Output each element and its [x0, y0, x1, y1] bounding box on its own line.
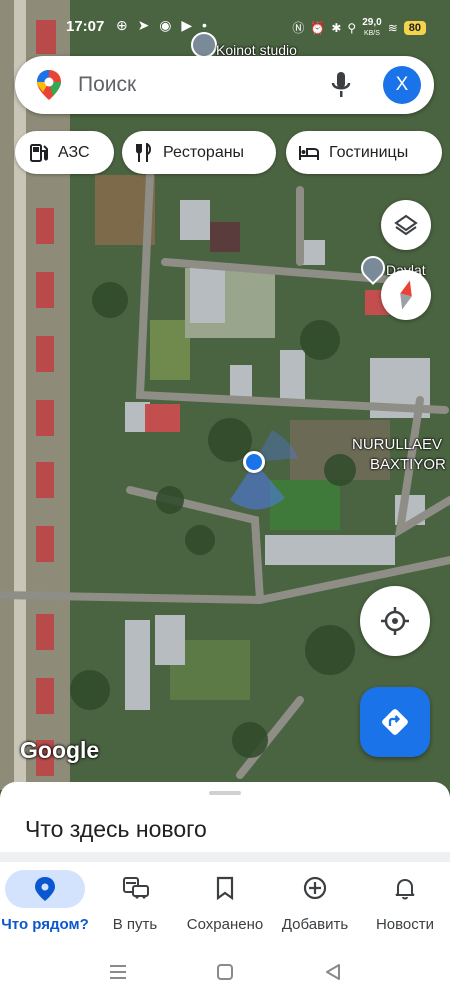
bottom-navigation: Что рядом? В путь Сохранено Добавить Нов…: [0, 866, 450, 936]
telegram-icon: ➤: [137, 17, 153, 33]
commute-icon: [123, 877, 149, 899]
gas-station-icon: [30, 143, 48, 162]
battery-indicator: 80: [403, 20, 426, 35]
location-icon: ⊕: [116, 17, 131, 33]
layers-icon: [394, 214, 418, 236]
sheet-drag-handle[interactable]: [209, 791, 241, 795]
alarm-icon: ⏰: [310, 20, 326, 35]
status-notification-icons: ⊕ ➤ ◉ ▶ •: [116, 17, 210, 34]
maps-logo-icon: [37, 70, 61, 105]
nav-explore[interactable]: Что рядом?: [0, 866, 90, 936]
wifi-icon: ≋: [387, 20, 398, 35]
directions-button[interactable]: [360, 687, 430, 757]
crosshair-icon: [381, 607, 409, 635]
status-right: Ⓝ ⏰ ✱ ⚲ 29,0 KB/S ≋ 80: [292, 17, 426, 38]
layers-button[interactable]: [381, 200, 431, 250]
menu-icon[interactable]: [108, 964, 128, 980]
sheet-divider: [0, 852, 450, 862]
account-avatar[interactable]: X: [383, 66, 421, 104]
status-bar: 17:07 ⊕ ➤ ◉ ▶ • Ⓝ ⏰ ✱ ⚲ 29,0 KB/S ≋ 80: [0, 0, 450, 52]
my-location-button[interactable]: [360, 586, 430, 656]
satellite-map[interactable]: Koinot studio Davlat NURULLAEV BAXTIYOR: [0, 0, 450, 790]
nav-updates[interactable]: Новости: [360, 866, 450, 936]
youtube-icon: ▶: [181, 17, 196, 33]
mic-icon[interactable]: [331, 70, 351, 105]
back-icon[interactable]: [324, 963, 342, 981]
system-navigation-bar: [0, 936, 450, 1000]
bluetooth-icon: ✱: [331, 20, 342, 35]
chip-label: Гостиницы: [329, 143, 409, 161]
status-time: 17:07: [66, 18, 105, 35]
chip-restaurants[interactable]: Рестораны: [122, 131, 276, 174]
compass-icon: [400, 280, 412, 310]
nav-label: Новости: [375, 916, 435, 933]
chip-gas-stations[interactable]: АЗС: [15, 131, 114, 174]
map-label-person-2[interactable]: BAXTIYOR: [370, 456, 446, 473]
sheet-title: Что здесь нового: [25, 816, 207, 842]
nav-saved[interactable]: Сохранено: [180, 866, 270, 936]
chip-hotels[interactable]: Гостиницы: [286, 131, 442, 174]
search-bar[interactable]: Поиск X: [15, 56, 434, 114]
nfc-icon: Ⓝ: [292, 21, 305, 35]
nav-commute[interactable]: В путь: [90, 866, 180, 936]
restaurant-icon: [136, 142, 151, 162]
directions-icon: [382, 709, 408, 735]
my-location-dot: [243, 451, 265, 473]
chip-label: Рестораны: [163, 143, 245, 161]
compass-button[interactable]: [381, 270, 431, 320]
network-speed: 29,0 KB/S: [362, 17, 382, 38]
location-status-icon: ⚲: [347, 20, 357, 35]
chat-icon: ◉: [159, 17, 175, 33]
google-attribution: Google: [20, 737, 100, 763]
dot-icon: •: [202, 17, 210, 33]
bookmark-icon: [216, 876, 234, 900]
add-circle-icon: [303, 876, 327, 900]
map-label-person-1[interactable]: NURULLAEV: [352, 436, 442, 453]
chip-label: АЗС: [58, 143, 90, 161]
search-input[interactable]: Поиск: [78, 73, 136, 97]
bell-icon: [395, 878, 415, 900]
explore-pin-icon: [35, 877, 55, 901]
nav-contribute[interactable]: Добавить: [270, 866, 360, 936]
home-icon[interactable]: [216, 963, 234, 981]
satellite-imagery: [0, 0, 450, 790]
hotel-icon: [299, 145, 319, 160]
